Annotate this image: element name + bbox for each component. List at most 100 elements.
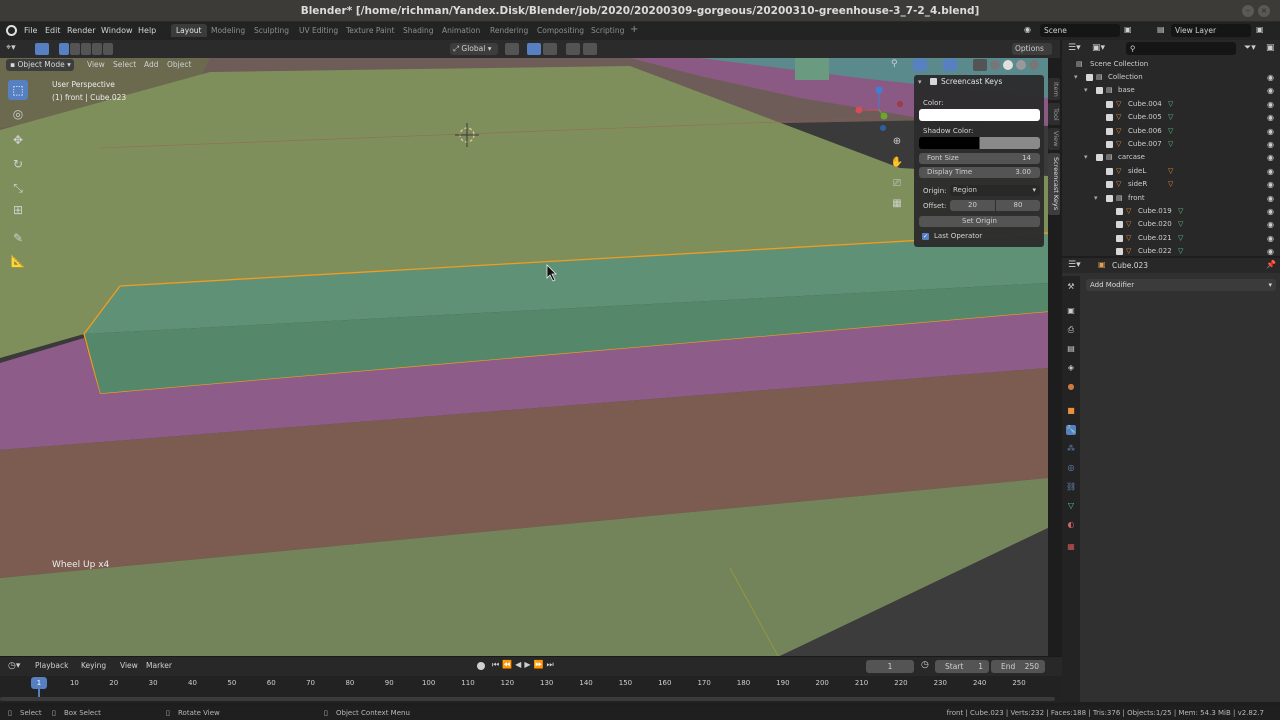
outliner-item[interactable]: ▽ Cube.006 ▽ ◉ (1062, 125, 1280, 138)
font-size-field[interactable]: Font Size 14 (919, 153, 1040, 164)
tab-shading[interactable]: Shading (403, 26, 433, 35)
view-layer-selector[interactable]: View Layer (1171, 24, 1251, 37)
exclude-checkbox[interactable] (1096, 87, 1103, 95)
playback-menu[interactable]: Playback (32, 660, 71, 672)
outliner-item[interactable]: ▽ Cube.020 ▽ ◉ (1062, 218, 1280, 231)
options-dropdown[interactable]: Options (1012, 43, 1052, 55)
sidebar-tab-tool[interactable]: Tool (1048, 103, 1060, 125)
jump-end-icon[interactable]: ⏭ (546, 660, 556, 669)
mesh-data-icon[interactable]: ▽ (1178, 245, 1183, 258)
data-tab-icon[interactable]: ▽ (1066, 501, 1076, 511)
object-menu[interactable]: Object (164, 59, 194, 71)
exclude-checkbox[interactable] (1106, 167, 1113, 175)
outliner-item[interactable]: ▾ ▤ base ◉ (1062, 84, 1280, 97)
outliner-item[interactable]: ▾ ▤ Collection ◉ (1062, 71, 1280, 84)
select-menu[interactable]: Select (110, 59, 139, 71)
outliner-item[interactable]: ▾ ▤ front ◉ (1062, 192, 1280, 205)
add-modifier-dropdown[interactable]: Add Modifier ▾ (1086, 279, 1276, 291)
tab-uv-editing[interactable]: UV Editing (299, 26, 338, 35)
exclude-checkbox[interactable] (1086, 74, 1093, 81)
view-menu[interactable]: View (84, 59, 108, 71)
tab-rendering[interactable]: Rendering (490, 26, 528, 35)
outliner-item[interactable]: ▽ sideL ▽ ◉ (1062, 165, 1280, 178)
rendered-shading-icon[interactable] (1029, 60, 1039, 70)
material-shading-icon[interactable] (1016, 60, 1026, 70)
visibility-eye-icon[interactable]: ◉ (1267, 111, 1274, 124)
select-subtract-icon[interactable] (81, 43, 91, 55)
preview-range-icon[interactable]: ◷ (921, 660, 929, 670)
editor-type-icon[interactable]: ⌖▾ (6, 43, 24, 55)
exclude-checkbox[interactable] (1116, 234, 1123, 242)
move-tool-icon[interactable]: ✥ (8, 130, 28, 150)
scene-icon[interactable]: ◉ (1024, 25, 1036, 36)
marker-menu[interactable]: Marker (143, 660, 175, 672)
exclude-checkbox[interactable] (1116, 248, 1123, 256)
view-layer-tab-icon[interactable]: ▤ (1066, 344, 1076, 354)
exclude-checkbox[interactable] (1116, 221, 1123, 229)
filter-icon[interactable]: ⏷▾ (1244, 43, 1256, 53)
add-menu[interactable]: Add (141, 59, 162, 71)
output-tab-icon[interactable]: ⎙ (1066, 325, 1076, 335)
keying-menu[interactable]: Keying (78, 660, 109, 672)
current-frame-field[interactable]: 1 (866, 660, 914, 673)
modifier-tab-icon[interactable]: 🔧 (1066, 425, 1076, 435)
outliner-item[interactable]: ▾ ▤ carcase ◉ (1062, 151, 1280, 164)
add-workspace-button[interactable]: + (630, 24, 638, 35)
tab-texture-paint[interactable]: Texture Paint (346, 26, 394, 35)
mesh-data-icon[interactable]: ▽ (1168, 111, 1173, 124)
proportional-edit-icon[interactable] (566, 43, 580, 55)
scale-tool-icon[interactable]: ⤡ (8, 178, 28, 198)
expand-arrow-icon[interactable]: ▾ (1094, 192, 1098, 205)
render-tab-icon[interactable]: ▣ (1066, 306, 1076, 316)
transform-orientation-dropdown[interactable]: ⤢ Global ▾ (450, 43, 498, 55)
exclude-checkbox[interactable] (1106, 114, 1113, 122)
material-tab-icon[interactable]: ◐ (1066, 520, 1076, 530)
outliner-item[interactable]: ▽ Cube.021 ▽ ◉ (1062, 232, 1280, 245)
texture-tab-icon[interactable]: ▦ (1066, 542, 1076, 552)
menu-help[interactable]: Help (138, 26, 156, 35)
zoom-icon[interactable]: ⊕ (889, 134, 905, 150)
menu-file[interactable]: File (24, 26, 37, 35)
end-frame-field[interactable]: End 250 (991, 660, 1045, 673)
3d-viewport[interactable]: ▪ Object Mode ▾ View Select Add Object ⚲… (0, 58, 1048, 656)
modifier-icon[interactable]: ▽ (1168, 178, 1173, 191)
shadow-color-swatch[interactable] (919, 137, 1040, 149)
outliner-item[interactable]: ▽ Cube.004 ▽ ◉ (1062, 98, 1280, 111)
blender-logo-icon[interactable] (6, 25, 17, 36)
reverse-play-icon[interactable]: ◀ (515, 660, 524, 669)
select-new-icon[interactable] (59, 43, 69, 55)
object-tab-icon[interactable]: ■ (1066, 406, 1076, 416)
mesh-data-icon[interactable]: ▽ (1178, 232, 1183, 245)
mesh-data-icon[interactable]: ▽ (1168, 125, 1173, 138)
perspective-toggle-icon[interactable]: ▦ (889, 196, 905, 212)
physics-tab-icon[interactable]: ◎ (1066, 463, 1076, 473)
rotate-tool-icon[interactable]: ↻ (8, 154, 28, 174)
tab-animation[interactable]: Animation (442, 26, 480, 35)
menu-edit[interactable]: Edit (45, 26, 61, 35)
display-mode-icon[interactable]: ▣▾ (1092, 43, 1105, 53)
origin-dropdown[interactable]: Region ▾ (950, 185, 1040, 196)
tab-layout[interactable]: Layout (171, 24, 207, 37)
camera-view-icon[interactable]: ⎚ (889, 176, 905, 192)
jump-start-icon[interactable]: ⏮ (492, 660, 502, 669)
panel-collapse-icon[interactable]: ▾ (918, 78, 922, 86)
cursor-tool-icon[interactable]: ◎ (8, 104, 28, 124)
display-time-field[interactable]: Display Time 3.00 (919, 167, 1040, 178)
overlay-toggle-icon[interactable] (943, 59, 957, 71)
properties-type-icon[interactable]: ☰▾ (1068, 260, 1081, 270)
expand-arrow-icon[interactable]: ▾ (1074, 71, 1078, 84)
exclude-checkbox[interactable] (1096, 154, 1103, 162)
color-swatch[interactable] (919, 109, 1040, 121)
mesh-data-icon[interactable]: ▽ (1178, 205, 1183, 218)
outliner-item[interactable]: ▽ Cube.005 ▽ ◉ (1062, 111, 1280, 124)
menu-window[interactable]: Window (101, 26, 133, 35)
falloff-icon[interactable] (583, 43, 597, 55)
visibility-icon[interactable]: ⚲ (891, 59, 903, 71)
pin-icon[interactable]: 📌 (1266, 260, 1276, 269)
visibility-eye-icon[interactable]: ◉ (1267, 84, 1274, 97)
annotate-tool-icon[interactable]: ✎ (8, 228, 28, 248)
visibility-eye-icon[interactable]: ◉ (1267, 138, 1274, 151)
select-mode-icon[interactable] (35, 43, 49, 55)
outliner-item[interactable]: ▽ Cube.007 ▽ ◉ (1062, 138, 1280, 151)
outliner-item[interactable]: ▽ sideR ▽ ◉ (1062, 178, 1280, 191)
